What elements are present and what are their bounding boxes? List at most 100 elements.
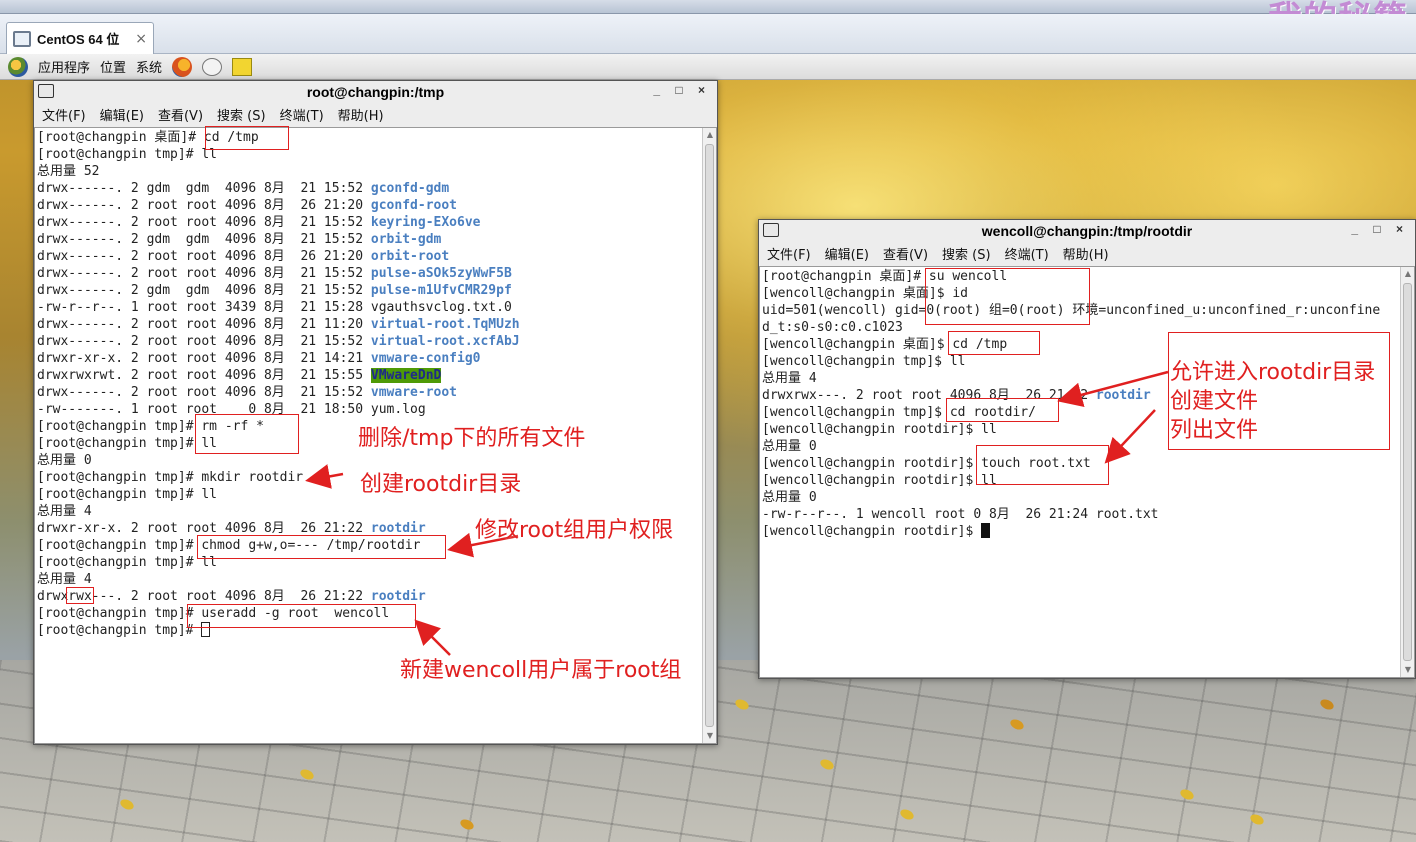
menu-terminal[interactable]: 终端(T) [280, 105, 324, 124]
terminal-line: 总用量 4 [37, 503, 520, 520]
scroll-up-arrow-icon[interactable]: ▲ [1401, 267, 1414, 281]
panel-menu-places[interactable]: 位置 [100, 57, 126, 76]
menu-view[interactable]: 查看(V) [883, 244, 928, 263]
host-toolbar-strip [0, 0, 1416, 14]
terminal-text: drwx------. 2 gdm gdm 4096 8月 21 15:52 [37, 232, 371, 247]
terminal-line: 总用量 4 [37, 571, 520, 588]
highlight-box [946, 398, 1059, 422]
terminal-text: [wencoll@changpin rootdir]$ ll [762, 422, 997, 437]
terminal-text: drwx------. 2 root root 4096 8月 26 21:20 [37, 249, 371, 264]
terminal-text: rootdir [370, 589, 426, 604]
window-controls[interactable]: _ □ × [653, 83, 711, 97]
panel-menu-system[interactable]: 系统 [136, 57, 162, 76]
menu-file[interactable]: 文件(F) [42, 105, 86, 124]
menu-help[interactable]: 帮助(H) [338, 105, 384, 124]
menu-help[interactable]: 帮助(H) [1063, 244, 1109, 263]
terminal-line: drwx------. 2 root root 4096 8月 26 21:20… [37, 197, 520, 214]
terminal-text: rootdir [370, 521, 426, 536]
terminal-text: -rw-r--r--. 1 wencoll root 0 8月 26 21:24… [762, 507, 1159, 522]
terminal-line: drwx------. 2 gdm gdm 4096 8月 21 15:52 p… [37, 282, 520, 299]
terminal-text: rootdir [1095, 388, 1151, 403]
terminal-text: drwx------. 2 root root 4096 8月 21 15:52 [37, 215, 371, 230]
scrollbar-thumb[interactable] [705, 144, 714, 727]
terminal-window-root: root@changpin:/tmp _ □ × 文件(F) 编辑(E) 查看(… [33, 80, 718, 745]
terminal-text: [root@changpin tmp]# ll [37, 555, 218, 570]
terminal-line: drwx------. 2 root root 4096 8月 21 15:52… [37, 214, 520, 231]
mail-launcher-icon[interactable] [202, 57, 223, 76]
vm-tab-centos[interactable]: CentOS 64 位 × [6, 22, 154, 54]
terminal-line: drwxr-xr-x. 2 root root 4096 8月 21 14:21… [37, 350, 520, 367]
menu-file[interactable]: 文件(F) [767, 244, 811, 263]
menu-search[interactable]: 搜索 (S) [942, 244, 991, 263]
menu-edit[interactable]: 编辑(E) [100, 105, 144, 124]
menu-view[interactable]: 查看(V) [158, 105, 203, 124]
scroll-up-arrow-icon[interactable]: ▲ [703, 128, 716, 142]
terminal-text: [wencoll@changpin rootdir]$ [762, 524, 982, 539]
window-titlebar[interactable]: root@changpin:/tmp _ □ × [34, 81, 717, 103]
scroll-down-arrow-icon[interactable]: ▼ [703, 729, 716, 743]
terminal-text: drwx------. 2 gdm gdm 4096 8月 21 15:52 [37, 283, 371, 298]
terminal-line: 总用量 0 [762, 489, 1380, 506]
terminal-line: drwx------. 2 root root 4096 8月 21 15:52… [37, 333, 520, 350]
terminal-text: d_t:s0-s0:c0.c1023 [762, 320, 903, 335]
scrollbar-thumb[interactable] [1403, 283, 1412, 661]
terminal-text: virtual-root.xcfAbJ [370, 334, 520, 349]
window-titlebar[interactable]: wencoll@changpin:/tmp/rootdir _ □ × [759, 220, 1415, 242]
terminal-text: [root@changpin tmp]# ll [37, 436, 218, 451]
scroll-down-arrow-icon[interactable]: ▼ [1401, 663, 1414, 677]
terminal-text: vmware-root [370, 385, 457, 400]
terminal-icon [38, 84, 54, 98]
menu-search[interactable]: 搜索 (S) [217, 105, 266, 124]
scrollbar[interactable]: ▲ ▼ [702, 128, 716, 743]
terminal-text: drwxr-xr-x. 2 root root 4096 8月 26 21:22 [37, 521, 371, 536]
terminal-text: [wencoll@changpin rootdir]$ ll [762, 473, 997, 488]
terminal-text: [root@changpin tmp]# [37, 623, 202, 638]
terminal-text: 总用量 52 [37, 164, 100, 179]
highlight-box [948, 331, 1040, 355]
terminal-text: [wencoll@changpin tmp]$ ll [762, 354, 966, 369]
firefox-launcher-icon[interactable] [172, 56, 193, 77]
terminal-text: -rw-r--r--. 1 root root 3439 8月 21 15:28… [37, 300, 512, 315]
terminal-text: pulse-m1UfvCMR29pf [370, 283, 512, 298]
highlight-box [66, 587, 94, 604]
panel-menu-applications[interactable]: 应用程序 [38, 57, 90, 76]
terminal-line: drwx------. 2 root root 4096 8月 21 15:52… [37, 384, 520, 401]
terminal-line: drwx------. 2 gdm gdm 4096 8月 21 15:52 g… [37, 180, 520, 197]
terminal-text: drwx------. 2 gdm gdm 4096 8月 21 15:52 [37, 181, 371, 196]
terminal-line: 总用量 52 [37, 163, 520, 180]
annotation-list-files: 列出文件 [1170, 418, 1259, 443]
window-title: root@changpin:/tmp [306, 84, 445, 100]
terminal-line: drwx------. 2 root root 4096 8月 26 21:20… [37, 248, 520, 265]
scrollbar[interactable]: ▲ ▼ [1400, 267, 1414, 677]
terminal-menubar: 文件(F) 编辑(E) 查看(V) 搜索 (S) 终端(T) 帮助(H) [34, 103, 717, 125]
terminal-text: keyring-EXo6ve [370, 215, 481, 230]
terminal-text: 总用量 4 [37, 572, 92, 587]
annotation-create-file: 创建文件 [1170, 389, 1259, 414]
close-icon[interactable]: × [135, 31, 147, 47]
terminal-text: 总用量 0 [37, 453, 92, 468]
terminal-output: [root@changpin 桌面]# cd /tmp [root@changpi… [37, 129, 520, 639]
menu-edit[interactable]: 编辑(E) [825, 244, 869, 263]
terminal-text: gconfd-gdm [370, 181, 450, 196]
terminal-text: drwx------. 2 root root 4096 8月 21 15:52 [37, 334, 371, 349]
terminal-text: drwxrwxrwt. 2 root root 4096 8月 21 15:55 [37, 368, 371, 383]
terminal-text: drwx------. 2 root root 4096 8月 21 15:52 [37, 266, 371, 281]
highlight-box [197, 535, 446, 559]
terminal-line: -rw-r--r--. 1 wencoll root 0 8月 26 21:24… [762, 506, 1380, 523]
terminal-text: 总用量 0 [762, 439, 817, 454]
notes-launcher-icon[interactable] [232, 57, 253, 76]
vm-tab-label: CentOS 64 位 [37, 32, 120, 47]
terminal-text: drwxr-xr-x. 2 root root 4096 8月 21 14:21 [37, 351, 371, 366]
annotation-create-dir: 创建rootdir目录 [360, 472, 522, 497]
window-controls[interactable]: _ □ × [1351, 222, 1409, 236]
terminal-line: drwx------. 2 root root 4096 8月 21 15:52… [37, 265, 520, 282]
terminal-text: gconfd-root [370, 198, 457, 213]
vm-tab-bar: CentOS 64 位 × [0, 14, 1416, 54]
menu-terminal[interactable]: 终端(T) [1005, 244, 1049, 263]
terminal-line: -rw-r--r--. 1 root root 3439 8月 21 15:28… [37, 299, 520, 316]
annotation-new-user: 新建wencoll用户属于root组 [400, 658, 682, 683]
terminal-text: [root@changpin tmp]# ll [37, 487, 218, 502]
terminal-text: [root@changpin tmp]# mkdir rootdir [37, 470, 304, 485]
terminal-text: drwx------. 2 root root 4096 8月 26 21:20 [37, 198, 371, 213]
terminal-text: pulse-aSOk5zyWwF5B [370, 266, 512, 281]
